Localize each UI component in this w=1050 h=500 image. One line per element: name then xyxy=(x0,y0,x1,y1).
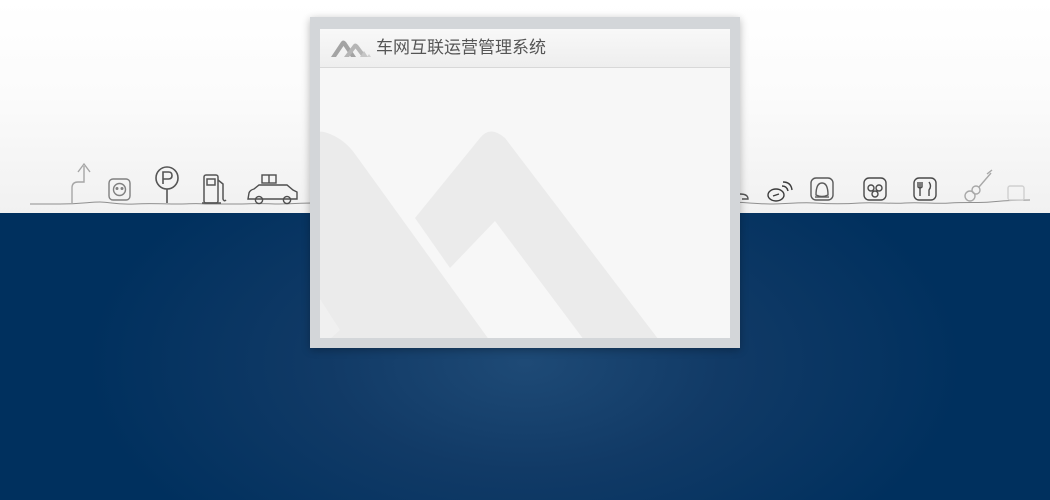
faint-edge-icon xyxy=(1007,185,1025,201)
login-page: 车网互联运营管理系统 xyxy=(0,0,1050,500)
restaurant-icon xyxy=(913,177,937,201)
logo-icon xyxy=(331,40,371,57)
dialog-body: 车网互联运营管理系统 xyxy=(320,29,730,338)
group-chat-icon xyxy=(863,177,887,201)
power-outlet-icon xyxy=(108,178,131,201)
login-dialog: 车网互联运营管理系统 xyxy=(310,17,740,348)
taxi-icon xyxy=(247,174,298,205)
strip-line-left xyxy=(30,201,316,205)
fuel-pump-icon xyxy=(202,174,227,204)
guitar-icon xyxy=(964,169,993,202)
satellite-dish-icon xyxy=(767,181,793,202)
dialog-title: 车网互联运营管理系统 xyxy=(376,38,546,58)
partial-icon xyxy=(739,193,749,200)
watermark-logo xyxy=(320,131,658,338)
qq-icon xyxy=(810,177,834,201)
turn-arrow-icon xyxy=(71,162,91,203)
dialog-header: 车网互联运营管理系统 xyxy=(320,29,730,68)
parking-sign-icon xyxy=(155,166,179,203)
